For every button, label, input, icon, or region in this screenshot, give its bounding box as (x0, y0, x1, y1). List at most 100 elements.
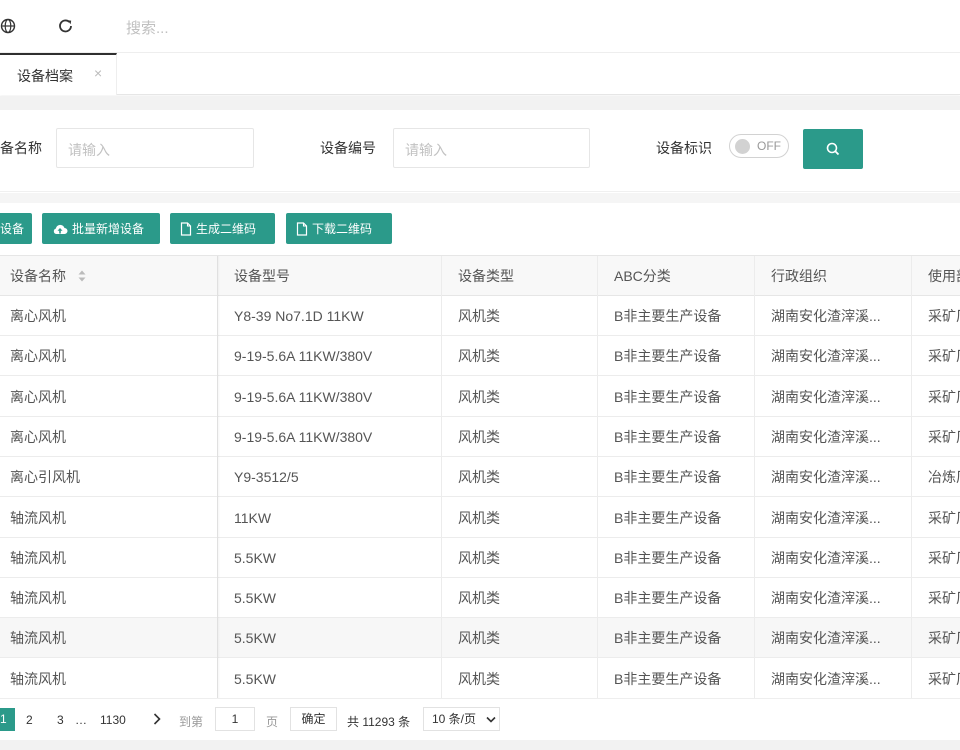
cell-use-dept: 采矿厂 (928, 549, 960, 566)
cell-device-name: 轴流风机 (10, 549, 66, 566)
table-row[interactable]: 离心风机 9-19-5.6A 11KW/380V 风机类 B非主要生产设备 湖南安化渣滓… (0, 416, 960, 457)
page-link[interactable]: 2 (26, 713, 33, 727)
cell-abc-class: B非主要生产设备 (614, 428, 722, 445)
device-code-input[interactable]: 请输入 (393, 128, 590, 168)
table-row[interactable]: 离心风机 9-19-5.6A 11KW/380V 风机类 B非主要生产设备 湖南安化渣滓… (0, 376, 960, 417)
device-name-label: 备名称 (0, 140, 42, 156)
goto-page-input[interactable]: 1 (215, 707, 255, 731)
cell-use-dept: 冶炼厂 (928, 469, 960, 486)
cell-device-name: 离心风机 (10, 388, 66, 405)
cell-use-dept: 采矿厂 (928, 308, 960, 324)
cloud-upload-icon (53, 224, 68, 234)
close-icon[interactable]: × (94, 65, 102, 81)
generate-qr-button[interactable]: 生成二维码 (170, 213, 275, 244)
header-device-name[interactable]: 设备名称 (10, 256, 210, 296)
cell-admin-org: 湖南安化渣滓溪... (771, 308, 881, 324)
total-count: 共 11293 条 (347, 715, 411, 729)
cell-abc-class: B非主要生产设备 (614, 469, 722, 486)
goto-confirm-button[interactable]: 确定 (290, 707, 337, 731)
table-header: 设备名称 设备型号 设备类型 ABC分类 行政组织 使用部 (0, 256, 960, 296)
cell-device-type: 风机类 (458, 428, 500, 445)
column-divider (754, 256, 755, 699)
cell-abc-class: B非主要生产设备 (614, 348, 722, 365)
cell-device-name: 离心引风机 (10, 469, 80, 486)
sort-icon[interactable] (78, 270, 86, 282)
device-flag-label: 设备标识 (656, 140, 712, 156)
tab-device-archive[interactable]: 设备档案 × (0, 53, 117, 95)
header-abc-class: ABC分类 (614, 268, 671, 284)
device-code-label: 设备编号 (320, 140, 376, 156)
pagination: 1 2 3 … 1130 到第 1 页 确定 共 11293 条 10 条/页 (0, 698, 960, 740)
page-size-select[interactable]: 10 条/页 (423, 707, 500, 731)
spacer (0, 96, 960, 110)
add-device-label: 设备 (0, 222, 25, 236)
cell-device-model: 9-19-5.6A 11KW/380V (234, 348, 373, 365)
cell-admin-org: 湖南安化渣滓溪... (771, 509, 881, 526)
device-code-placeholder: 请输入 (405, 142, 447, 158)
cell-admin-org: 湖南安化渣滓溪... (771, 388, 881, 405)
cell-admin-org: 湖南安化渣滓溪... (771, 630, 881, 647)
search-button[interactable] (803, 129, 863, 169)
table-row[interactable]: 轴流风机 5.5KW 风机类 B非主要生产设备 湖南安化渣滓溪... 采矿厂 (0, 578, 960, 619)
cell-device-type: 风机类 (458, 308, 500, 324)
chevron-right-icon[interactable] (153, 713, 161, 725)
add-device-button[interactable]: 设备 (0, 213, 32, 244)
cell-device-name: 离心风机 (10, 348, 66, 365)
cell-abc-class: B非主要生产设备 (614, 590, 722, 607)
cell-device-type: 风机类 (458, 670, 500, 687)
download-qr-button[interactable]: 下载二维码 (286, 213, 392, 244)
page-link-last[interactable]: 1130 (100, 713, 126, 727)
generate-qr-label: 生成二维码 (196, 222, 257, 236)
search-icon (826, 142, 840, 156)
cell-abc-class: B非主要生产设备 (614, 308, 722, 324)
device-name-input[interactable]: 请输入 (56, 128, 254, 168)
table-row[interactable]: 离心风机 9-19-5.6A 11KW/380V 风机类 B非主要生产设备 湖南安化渣滓… (0, 336, 960, 377)
toolbar: 设备 批量新增设备 生成二维码 下载二维码 (0, 203, 960, 255)
page-ellipsis: … (75, 713, 87, 727)
table-row[interactable]: 轴流风机 11KW 风机类 B非主要生产设备 湖南安化渣滓溪... 采矿厂 (0, 497, 960, 538)
cell-use-dept: 采矿厂 (928, 630, 960, 647)
page-current[interactable]: 1 (0, 708, 15, 731)
table-row[interactable]: 离心引风机 Y9-3512/5 风机类 B非主要生产设备 湖南安化渣滓溪... 冶炼厂 (0, 457, 960, 498)
device-flag-toggle[interactable]: OFF (729, 134, 789, 158)
toggle-state: OFF (757, 139, 781, 153)
cell-device-model: 5.5KW (234, 670, 277, 687)
cell-device-name: 轴流风机 (10, 670, 66, 687)
toggle-knob (735, 139, 750, 154)
global-search-input[interactable]: 搜索... (126, 17, 169, 38)
cell-use-dept: 采矿厂 (928, 348, 960, 365)
cell-device-model: Y8-39 No7.1D 11KW (234, 308, 364, 324)
cell-device-type: 风机类 (458, 590, 500, 607)
cell-abc-class: B非主要生产设备 (614, 509, 722, 526)
cell-abc-class: B非主要生产设备 (614, 670, 722, 687)
cell-device-model: 5.5KW (234, 549, 277, 566)
header-admin-org: 行政组织 (771, 268, 827, 284)
batch-add-device-button[interactable]: 批量新增设备 (42, 213, 160, 244)
table-row[interactable]: 轴流风机 5.5KW 风机类 B非主要生产设备 湖南安化渣滓溪... 采矿厂 (0, 618, 960, 659)
fixed-column-shadow (217, 256, 220, 699)
cell-device-type: 风机类 (458, 388, 500, 405)
file-icon (180, 221, 192, 236)
goto-label: 到第 (179, 715, 204, 729)
file-icon (296, 221, 308, 236)
table-row[interactable]: 轴流风机 5.5KW 风机类 B非主要生产设备 湖南安化渣滓溪... 采矿厂 (0, 658, 960, 699)
header-use-dept: 使用部 (928, 268, 960, 284)
cell-device-model: 9-19-5.6A 11KW/380V (234, 428, 373, 445)
cell-admin-org: 湖南安化渣滓溪... (771, 549, 881, 566)
cell-use-dept: 采矿厂 (928, 428, 960, 445)
spacer (0, 740, 960, 750)
cell-device-type: 风机类 (458, 549, 500, 566)
table-row[interactable]: 离心风机 Y8-39 No7.1D 11KW 风机类 B非主要生产设备 湖南安化渣滓溪.… (0, 296, 960, 336)
page-current-label: 1 (0, 712, 7, 726)
cell-admin-org: 湖南安化渣滓溪... (771, 590, 881, 607)
refresh-icon[interactable] (57, 17, 75, 35)
cell-abc-class: B非主要生产设备 (614, 549, 722, 566)
chevron-down-icon (486, 716, 496, 723)
download-qr-label: 下载二维码 (312, 222, 373, 236)
table-row[interactable]: 轴流风机 5.5KW 风机类 B非主要生产设备 湖南安化渣滓溪... 采矿厂 (0, 537, 960, 578)
page-size-value: 10 条/页 (432, 712, 477, 726)
globe-icon[interactable] (0, 17, 18, 35)
cell-use-dept: 采矿厂 (928, 509, 960, 526)
cell-use-dept: 采矿厂 (928, 670, 960, 687)
page-link[interactable]: 3 (57, 713, 64, 727)
